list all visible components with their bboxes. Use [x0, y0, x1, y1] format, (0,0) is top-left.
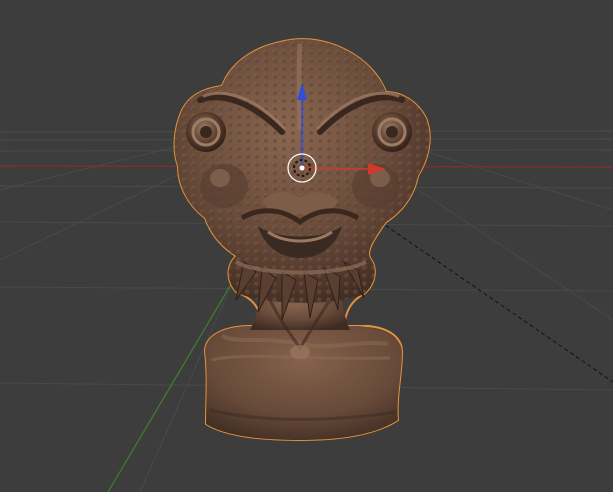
left-eye	[186, 112, 226, 152]
viewport-canvas[interactable]	[0, 0, 613, 492]
right-eye	[372, 112, 412, 152]
x-axis-handle-line[interactable]	[301, 167, 371, 170]
3d-viewport[interactable]	[0, 0, 613, 492]
